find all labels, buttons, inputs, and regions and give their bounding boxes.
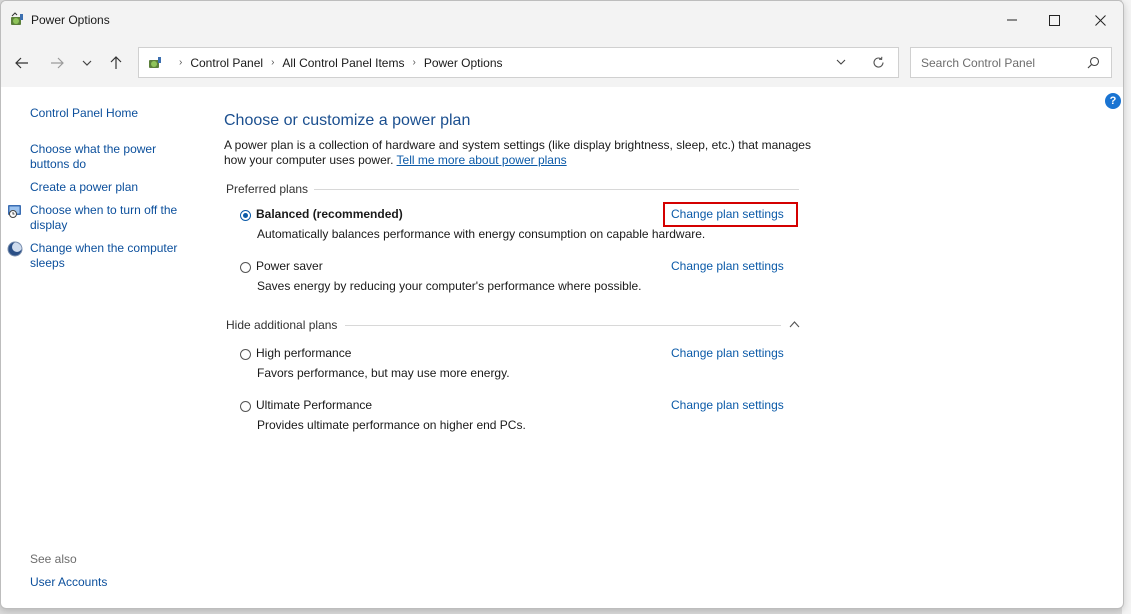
plan-name-power-saver[interactable]: Power saver	[256, 259, 323, 273]
recent-locations-button[interactable]	[75, 51, 99, 75]
breadcrumb-power-options[interactable]: Power Options	[424, 56, 503, 70]
search-box[interactable]	[910, 47, 1112, 78]
forward-arrow-icon	[51, 57, 64, 69]
breadcrumb: › Control Panel › All Control Panel Item…	[147, 48, 503, 77]
address-bar[interactable]: › Control Panel › All Control Panel Item…	[138, 47, 899, 78]
intro-line: how your computer uses power.	[224, 153, 394, 167]
change-plan-settings-high-performance[interactable]: Change plan settings	[671, 346, 784, 360]
plan-desc-power-saver: Saves energy by reducing your computer's…	[257, 279, 642, 293]
window-title: Power Options	[31, 13, 110, 27]
sidebar-item-label: sleeps	[30, 256, 65, 270]
sidebar-item-label: display	[30, 218, 68, 232]
sidebar-item-label: Choose what the power	[30, 142, 157, 156]
up-button[interactable]	[104, 51, 128, 75]
chevron-right-icon: ›	[412, 57, 416, 68]
forward-button[interactable]	[45, 51, 69, 75]
sidebar-item-label: Change when the computer	[30, 241, 178, 255]
search-icon[interactable]	[1087, 56, 1100, 69]
chevron-right-icon: ›	[179, 57, 183, 68]
page-title: Choose or customize a power plan	[224, 112, 471, 129]
chevron-right-icon: ›	[271, 57, 275, 68]
plan-desc-ultimate-performance: Provides ultimate performance on higher …	[257, 418, 526, 432]
see-also-label: See also	[30, 552, 77, 566]
up-arrow-icon	[110, 56, 122, 69]
control-panel-icon	[149, 56, 161, 68]
sidebar-item-label: Create a power plan	[30, 180, 139, 194]
change-plan-settings-ultimate-performance[interactable]: Change plan settings	[671, 398, 784, 412]
back-arrow-icon	[15, 57, 28, 69]
sidebar-item-display-off[interactable]: Choose when to turn off the display	[30, 203, 177, 233]
sidebar-item-label: buttons do	[30, 157, 87, 171]
display-clock-icon	[8, 205, 21, 218]
back-button[interactable]	[10, 51, 34, 75]
sidebar-item-home[interactable]: Control Panel Home	[30, 106, 138, 121]
refresh-icon[interactable]	[872, 56, 885, 69]
hide-additional-plans-toggle[interactable]: Hide additional plans	[226, 318, 337, 332]
address-dropdown-icon[interactable]	[836, 59, 846, 65]
learn-more-link[interactable]: Tell me more about power plans	[397, 153, 567, 167]
sidebar-item-create-plan[interactable]: Create a power plan	[30, 180, 138, 195]
chevron-up-icon[interactable]	[789, 321, 800, 328]
plan-name-ultimate-performance[interactable]: Ultimate Performance	[256, 398, 372, 412]
breadcrumb-all-items[interactable]: All Control Panel Items	[282, 56, 404, 70]
group-divider	[345, 325, 781, 326]
help-button[interactable]: ?	[1105, 93, 1121, 109]
sidebar: Control Panel Home Choose what the power…	[1, 87, 201, 608]
maximize-icon	[1048, 14, 1060, 26]
minimize-button[interactable]	[989, 1, 1035, 39]
power-options-window: Power Options › Control Panel › All Cont…	[0, 0, 1124, 609]
maximize-button[interactable]	[1031, 1, 1077, 39]
radio-high-performance[interactable]	[240, 349, 251, 360]
breadcrumb-control-panel[interactable]: Control Panel	[190, 56, 263, 70]
intro-line: A power plan is a collection of hardware…	[224, 138, 811, 152]
radio-ultimate-performance[interactable]	[240, 401, 251, 412]
power-options-icon	[11, 12, 23, 25]
moon-sleep-icon	[7, 241, 23, 257]
plan-desc-balanced: Automatically balances performance with …	[257, 227, 706, 241]
radio-balanced[interactable]	[240, 210, 251, 221]
chevron-down-icon	[82, 60, 92, 66]
minimize-icon	[1007, 19, 1017, 21]
sidebar-item-label: Choose when to turn off the	[30, 203, 178, 217]
radio-power-saver[interactable]	[240, 262, 251, 273]
plan-desc-high-performance: Favors performance, but may use more ene…	[257, 366, 510, 380]
preferred-plans-label: Preferred plans	[226, 182, 309, 196]
title-bar: Power Options	[1, 1, 1123, 39]
intro-text: A power plan is a collection of hardware…	[224, 138, 814, 168]
plan-name-high-performance[interactable]: High performance	[256, 346, 351, 360]
highlight-box	[663, 202, 798, 227]
intro-line-2: how your computer uses power. Tell me mo…	[224, 153, 814, 168]
sidebar-item-power-buttons[interactable]: Choose what the power buttons do	[30, 142, 156, 172]
sidebar-item-sleep[interactable]: Change when the computer sleeps	[30, 241, 177, 271]
plan-name-balanced[interactable]: Balanced (recommended)	[256, 207, 403, 221]
close-icon	[1094, 14, 1106, 26]
change-plan-settings-power-saver[interactable]: Change plan settings	[671, 259, 784, 273]
search-input[interactable]	[919, 54, 1083, 72]
user-accounts-link[interactable]: User Accounts	[30, 575, 107, 589]
group-divider	[314, 189, 799, 190]
close-button[interactable]	[1077, 1, 1123, 39]
address-toolbar: › Control Panel › All Control Panel Item…	[1, 39, 1123, 87]
